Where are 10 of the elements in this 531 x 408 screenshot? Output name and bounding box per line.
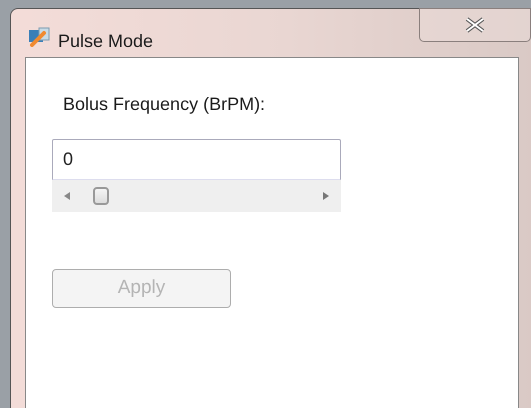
frequency-slider[interactable] <box>52 180 341 212</box>
field-label: Bolus Frequency (BrPM): <box>63 93 266 116</box>
window-title: Pulse Mode <box>58 30 154 53</box>
close-icon <box>464 17 486 33</box>
tool-icon <box>28 27 50 47</box>
frequency-input[interactable]: 0 <box>52 139 341 180</box>
left-arrow-icon <box>64 192 70 200</box>
close-button[interactable] <box>419 8 531 42</box>
right-arrow-icon <box>323 192 329 200</box>
slider-thumb[interactable] <box>93 187 110 205</box>
